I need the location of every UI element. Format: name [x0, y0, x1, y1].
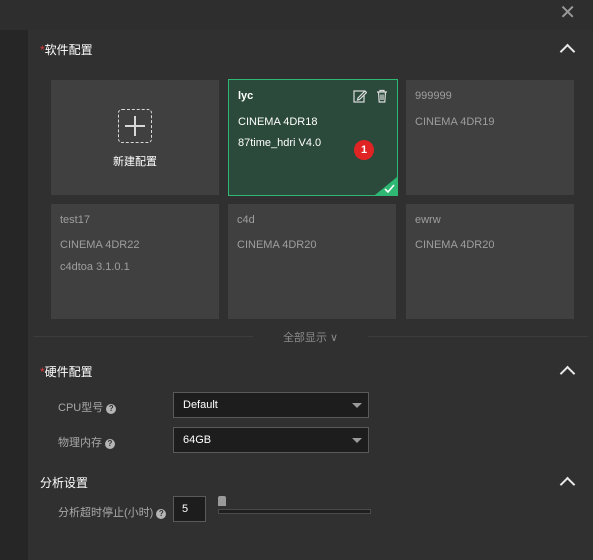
config-card-lyc[interactable]: lyc CINEMA 4DR18 87time_hdri V4.0 1 — [228, 79, 398, 196]
plus-icon — [118, 109, 152, 143]
config-card-c4d[interactable]: c4d CINEMA 4DR20 — [228, 204, 396, 319]
help-icon[interactable]: ? — [106, 404, 117, 414]
software-section-title: *软件配置 — [40, 41, 93, 58]
memory-label: 物理内存? — [58, 434, 115, 450]
card-software: CINEMA 4DR22 — [60, 239, 140, 251]
config-card-test17[interactable]: test17 CINEMA 4DR22 c4dtoa 3.1.0.1 — [51, 204, 219, 319]
memory-label-text: 物理内存 — [58, 437, 102, 449]
card-software: CINEMA 4DR19 — [415, 116, 495, 128]
timeout-label: 分析超时停止(小时)? — [58, 504, 167, 520]
card-software: CINEMA 4DR20 — [237, 239, 317, 251]
card-name: 999999 — [415, 90, 452, 102]
delete-icon[interactable] — [375, 89, 389, 103]
show-all-link[interactable]: 全部显示 ∨ — [28, 329, 593, 345]
help-icon[interactable]: ? — [156, 509, 167, 519]
config-panel: *软件配置 新建配置 lyc CINEMA 4DR18 87time_hdri … — [28, 30, 593, 560]
cpu-label: CPU型号? — [58, 399, 117, 415]
analysis-title-text: 分析设置 — [40, 476, 89, 490]
memory-select-value: 64GB — [183, 434, 212, 446]
notification-badge: 1 — [354, 140, 374, 160]
timeout-slider-track[interactable] — [218, 509, 371, 514]
card-software: CINEMA 4DR18 — [238, 116, 318, 128]
dropdown-arrow-icon — [352, 438, 362, 443]
software-title-text: 软件配置 — [44, 43, 93, 57]
cpu-select[interactable]: Default — [173, 392, 369, 418]
help-icon[interactable]: ? — [105, 439, 115, 449]
divider-right — [368, 336, 588, 337]
hardware-section-title: *硬件配置 — [40, 363, 93, 380]
close-icon[interactable]: ✕ — [559, 3, 576, 23]
card-name: lyc — [238, 90, 254, 102]
edit-icon[interactable] — [353, 89, 367, 103]
card-name: c4d — [237, 214, 255, 226]
dialog-header: ✕ — [0, 0, 593, 30]
collapse-analysis-icon[interactable] — [559, 476, 576, 493]
card-name: ewrw — [415, 214, 441, 226]
timeout-label-text: 分析超时停止(小时) — [58, 507, 154, 519]
memory-select[interactable]: 64GB — [173, 427, 369, 453]
new-config-label: 新建配置 — [113, 156, 157, 168]
config-card-ewrw[interactable]: ewrw CINEMA 4DR20 — [406, 204, 574, 319]
collapse-software-icon[interactable] — [559, 43, 576, 60]
analysis-section-title: 分析设置 — [40, 474, 88, 491]
cpu-label-text: CPU型号 — [58, 402, 104, 414]
timeout-input[interactable]: 5 — [173, 496, 206, 522]
new-config-card[interactable]: 新建配置 — [51, 80, 219, 195]
timeout-slider-handle[interactable] — [218, 496, 226, 506]
dropdown-arrow-icon — [352, 403, 362, 408]
hardware-title-text: 硬件配置 — [44, 365, 93, 379]
card-name: test17 — [60, 214, 90, 226]
card-plugin: 87time_hdri V4.0 — [238, 137, 322, 149]
card-plugin: c4dtoa 3.1.0.1 — [60, 261, 130, 273]
config-card-999999[interactable]: 999999 CINEMA 4DR19 — [406, 80, 574, 195]
cpu-select-value: Default — [183, 399, 218, 411]
card-software: CINEMA 4DR20 — [415, 239, 495, 251]
selected-check-icon — [375, 177, 397, 195]
collapse-hardware-icon[interactable] — [559, 365, 576, 382]
